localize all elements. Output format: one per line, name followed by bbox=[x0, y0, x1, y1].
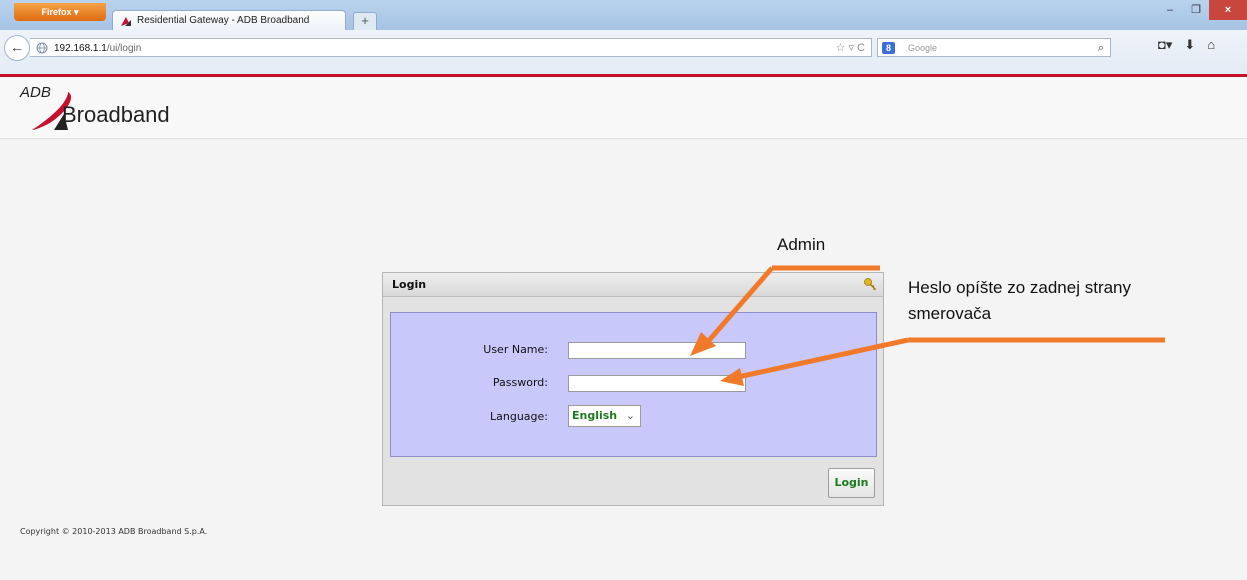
copyright-notice: Copyright © 2010-2013 ADB Broadband S.p.… bbox=[20, 527, 208, 536]
arrow-to-password bbox=[720, 337, 1165, 386]
arrow-to-username bbox=[690, 265, 880, 356]
annotation-arrows bbox=[690, 265, 1165, 386]
